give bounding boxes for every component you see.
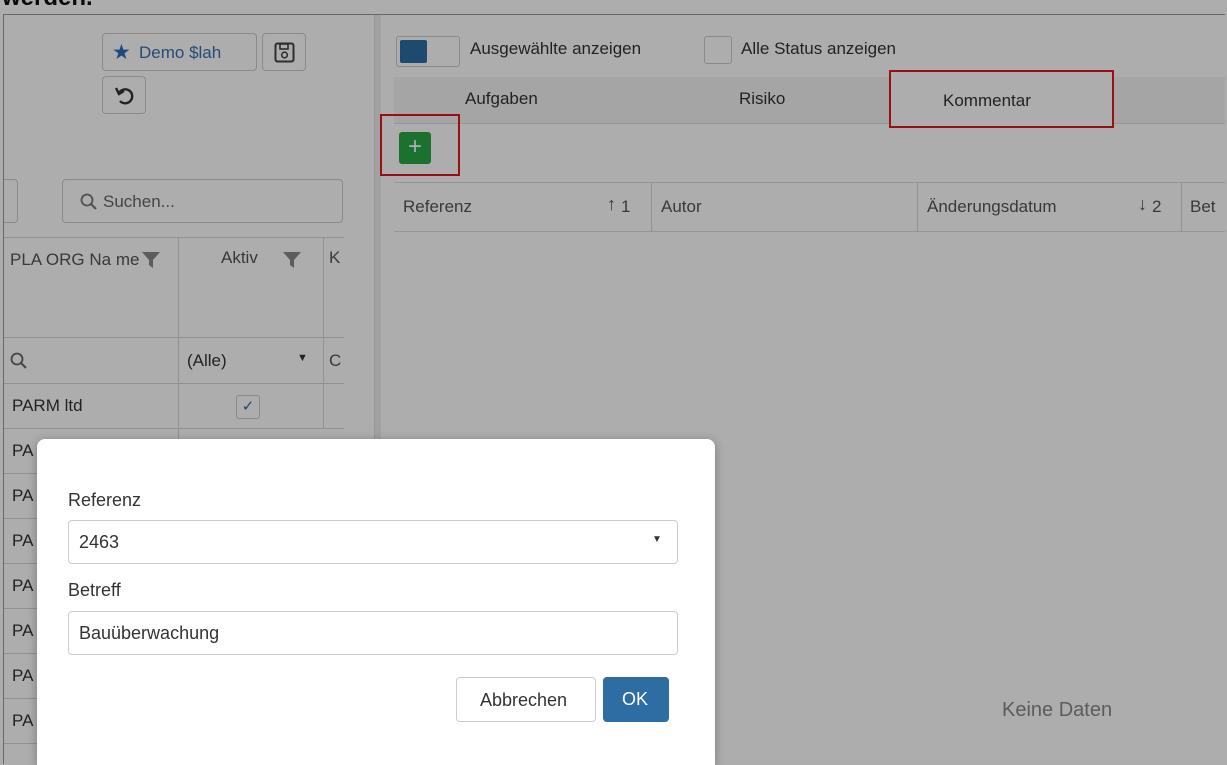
caret-down-icon: ▼ <box>652 534 662 545</box>
reference-label: Referenz <box>68 490 142 510</box>
cancel-button[interactable]: Abbrechen <box>456 677 596 722</box>
ok-button[interactable]: OK <box>603 677 669 722</box>
add-comment-dialog: Referenz 2463 ▼ Betreff Bauüberwachung A… <box>37 439 715 765</box>
subject-input[interactable]: Bauüberwachung <box>68 611 678 655</box>
subject-label: Betreff <box>68 580 121 600</box>
reference-select[interactable]: 2463 ▼ <box>68 520 678 564</box>
